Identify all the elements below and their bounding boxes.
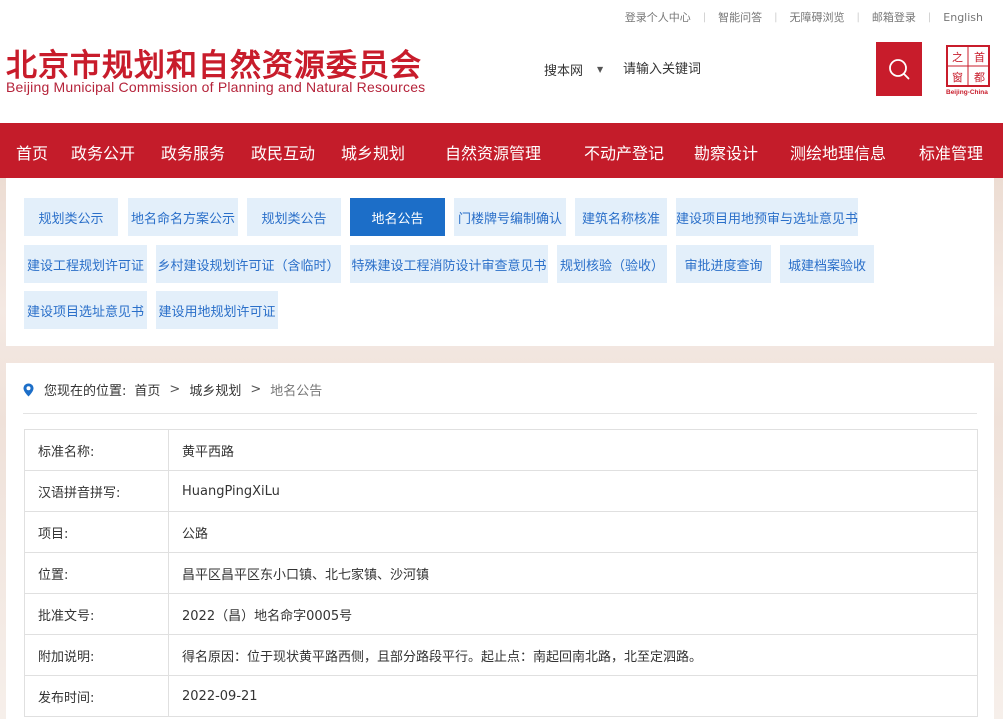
field-label: 标准名称:: [24, 429, 169, 471]
search-icon: [889, 59, 910, 80]
nav-home[interactable]: 首页: [16, 140, 48, 164]
svg-text:都: 都: [974, 71, 985, 84]
field-label: 附加说明:: [24, 634, 169, 676]
nav-standards[interactable]: 标准管理: [919, 140, 983, 164]
field-label: 批准文号:: [24, 593, 169, 635]
sub-nav-panel: 规划类公示 地名命名方案公示 规划类公告 地名公告 门楼牌号编制确认 建筑名称核…: [6, 178, 994, 346]
nav-gov-services[interactable]: 政务服务: [161, 140, 225, 164]
field-value: 公路: [168, 511, 978, 553]
search-scope-select[interactable]: 搜本网 ▼: [538, 42, 618, 96]
tab-planning-announcement[interactable]: 规划类公告: [247, 198, 341, 236]
table-row: 批准文号: 2022（昌）地名命字0005号: [24, 593, 978, 635]
svg-text:首: 首: [974, 50, 985, 64]
svg-text:Beijing-China: Beijing-China: [946, 89, 988, 96]
search-scope-label: 搜本网: [544, 63, 584, 79]
tab-naming-scheme[interactable]: 地名命名方案公示: [128, 198, 238, 236]
tab-planning-notice[interactable]: 规划类公示: [24, 198, 118, 236]
svg-text:之: 之: [952, 50, 963, 64]
smart-qa-link[interactable]: 智能问答: [706, 9, 774, 25]
divider: [23, 413, 977, 414]
site-logo-en[interactable]: Beijing Municipal Commission of Planning…: [6, 79, 425, 95]
field-value: 得名原因：位于现状黄平路西侧，且部分路段平行。起止点：南起回南北路，北至定泗路。: [168, 634, 978, 676]
nav-geoinfo[interactable]: 测绘地理信息: [790, 140, 886, 164]
tab-progress-query[interactable]: 审批进度查询: [676, 245, 771, 283]
search-button[interactable]: [876, 42, 922, 96]
nav-gov-affairs[interactable]: 政务公开: [71, 140, 135, 164]
field-value: HuangPingXiLu: [168, 470, 978, 512]
nav-urban-planning[interactable]: 城乡规划: [341, 140, 405, 164]
content-panel: 您现在的位置: 首页 > 城乡规划 > 地名公告 标准名称: 黄平西路 汉语拼音拼…: [6, 363, 994, 719]
field-value: 2022（昌）地名命字0005号: [168, 593, 978, 635]
tab-building-name[interactable]: 建筑名称核准: [575, 198, 667, 236]
breadcrumb-urban-planning[interactable]: 城乡规划: [189, 380, 241, 399]
table-row: 发布时间: 2022-09-21: [24, 675, 978, 717]
tab-engineering-permit[interactable]: 建设工程规划许可证: [24, 245, 147, 283]
table-row: 附加说明: 得名原因：位于现状黄平路西侧，且部分路段平行。起止点：南起回南北路，北…: [24, 634, 978, 676]
field-label: 汉语拼音拼写:: [24, 470, 169, 512]
mail-login-link[interactable]: 邮箱登录: [860, 9, 928, 25]
table-row: 汉语拼音拼写: HuangPingXiLu: [24, 470, 978, 512]
nav-natural-resources[interactable]: 自然资源管理: [445, 140, 541, 164]
table-row: 位置: 昌平区昌平区东小口镇、北七家镇、沙河镇: [24, 552, 978, 594]
main-nav: 首页 政务公开 政务服务 政民互动 城乡规划 自然资源管理 不动产登记 勘察设计…: [0, 123, 1003, 178]
accessibility-link[interactable]: 无障碍浏览: [778, 9, 857, 25]
breadcrumb: 您现在的位置: 首页 > 城乡规划 > 地名公告: [23, 380, 322, 399]
english-link[interactable]: English: [931, 11, 995, 24]
login-link[interactable]: 登录个人中心: [613, 9, 703, 25]
tab-rural-permit[interactable]: 乡村建设规划许可证（含临时）: [156, 245, 341, 283]
nav-real-estate[interactable]: 不动产登记: [584, 140, 664, 164]
tab-place-name-announcement[interactable]: 地名公告: [350, 198, 445, 236]
detail-table: 标准名称: 黄平西路 汉语拼音拼写: HuangPingXiLu 项目: 公路 位置:…: [24, 429, 978, 717]
capital-window-seal-logo[interactable]: 首 都 之 窗 Beijing-China: [943, 44, 993, 96]
top-links: 登录个人中心 | 智能问答 | 无障碍浏览 | 邮箱登录 | English: [613, 9, 995, 25]
field-label: 发布时间:: [24, 675, 169, 717]
location-pin-icon: [23, 383, 34, 396]
field-label: 位置:: [24, 552, 169, 594]
tab-fire-review[interactable]: 特殊建设工程消防设计审查意见书: [350, 245, 548, 283]
search-bar: 搜本网 ▼: [538, 42, 922, 96]
breadcrumb-separator: >: [250, 382, 262, 397]
tab-site-selection[interactable]: 建设项目选址意见书: [24, 291, 147, 329]
tab-planning-verification[interactable]: 规划核验（验收）: [557, 245, 667, 283]
tab-house-number[interactable]: 门楼牌号编制确认: [454, 198, 566, 236]
breadcrumb-home[interactable]: 首页: [134, 380, 160, 399]
header: 登录个人中心 | 智能问答 | 无障碍浏览 | 邮箱登录 | English 北京市规划…: [0, 0, 1003, 123]
field-label: 项目:: [24, 511, 169, 553]
breadcrumb-separator: >: [169, 382, 181, 397]
field-value: 2022-09-21: [168, 675, 978, 717]
svg-text:窗: 窗: [952, 70, 963, 84]
field-value: 黄平西路: [168, 429, 978, 471]
tab-land-preview[interactable]: 建设项目用地预审与选址意见书: [676, 198, 858, 236]
field-value: 昌平区昌平区东小口镇、北七家镇、沙河镇: [168, 552, 978, 594]
nav-survey-design[interactable]: 勘察设计: [694, 140, 758, 164]
tab-archive-acceptance[interactable]: 城建档案验收: [780, 245, 874, 283]
table-row: 标准名称: 黄平西路: [24, 429, 978, 471]
search-input[interactable]: [618, 42, 876, 96]
tab-land-use-permit[interactable]: 建设用地规划许可证: [156, 291, 278, 329]
breadcrumb-current: 地名公告: [270, 384, 323, 399]
table-row: 项目: 公路: [24, 511, 978, 553]
breadcrumb-prefix: 您现在的位置:: [44, 384, 127, 399]
nav-interaction[interactable]: 政民互动: [251, 140, 315, 164]
chevron-down-icon: ▼: [597, 64, 604, 74]
